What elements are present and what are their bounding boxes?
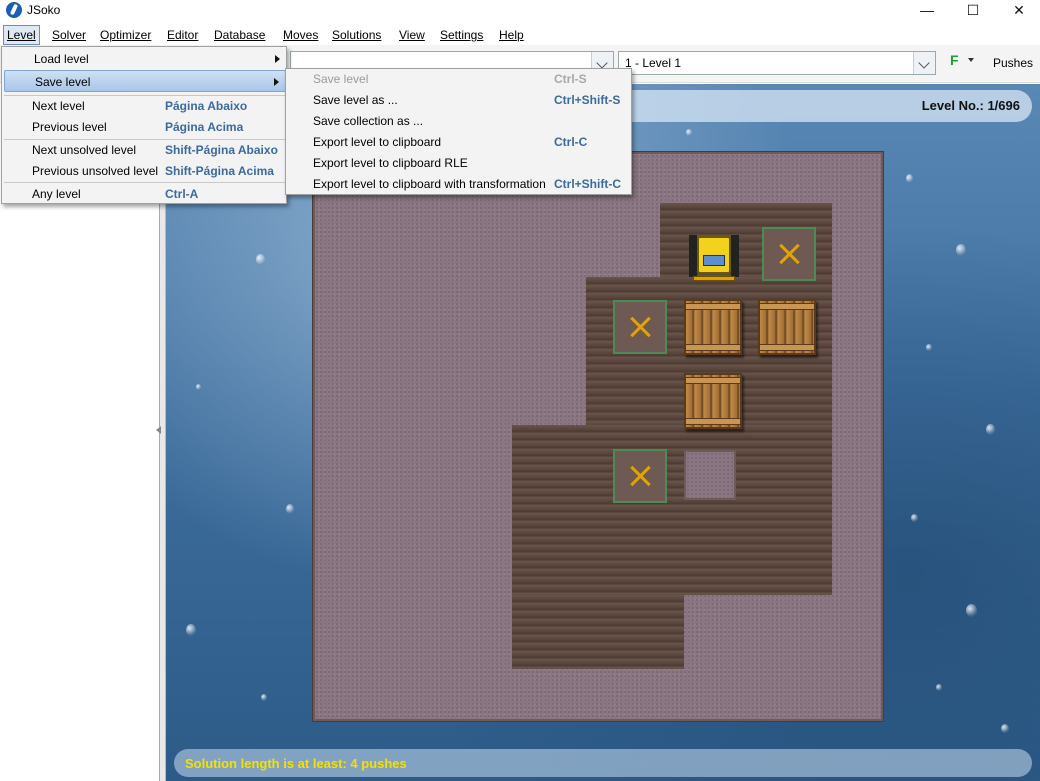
submenu-item-export-clipboard-transformation[interactable]: Export level to clipboard with transform…	[286, 174, 631, 195]
menu-moves[interactable]: Moves	[280, 25, 321, 45]
menu-optimizer[interactable]: Optimizer	[97, 25, 154, 45]
crate[interactable]	[758, 299, 816, 355]
floor-area	[512, 595, 684, 669]
menu-bar: Level Solver Optimizer Editor Database M…	[0, 23, 1040, 45]
wall-block	[684, 450, 736, 500]
raindrop	[936, 684, 942, 691]
crate[interactable]	[684, 373, 742, 429]
close-button[interactable]: ✕	[996, 0, 1040, 22]
raindrop	[256, 254, 265, 265]
level-menu: Load level Save level Next level Página …	[1, 46, 287, 204]
submenu-item-export-clipboard-rle[interactable]: Export level to clipboard RLE	[286, 153, 631, 174]
submenu-item-save-level-as[interactable]: Save level as ... Ctrl+Shift-S	[286, 90, 631, 111]
submenu-item-export-clipboard[interactable]: Export level to clipboard Ctrl-C	[286, 132, 631, 153]
raindrop	[686, 129, 692, 136]
goal-target	[613, 300, 667, 354]
raindrop	[986, 424, 995, 435]
menu-database[interactable]: Database	[211, 25, 268, 45]
status-banner: Solution length is at least: 4 pushes	[174, 749, 1032, 777]
raindrop	[956, 244, 966, 256]
player-bulldozer-icon[interactable]	[689, 233, 739, 283]
menu-solutions[interactable]: Solutions	[329, 25, 384, 45]
solver-f-button[interactable]: F	[950, 52, 959, 68]
caret-down-icon[interactable]	[968, 58, 974, 62]
menu-level[interactable]: Level	[3, 25, 40, 45]
raindrop	[966, 604, 977, 617]
raindrop	[911, 514, 918, 522]
submenu-arrow-icon	[275, 55, 280, 63]
chevron-down-icon[interactable]	[913, 52, 935, 74]
raindrop	[926, 344, 932, 351]
level-select[interactable]: 1 - Level 1	[618, 51, 936, 75]
submenu-item-save-level: Save level Ctrl-S	[313, 72, 587, 86]
crate[interactable]	[684, 299, 742, 355]
level-select-value: 1 - Level 1	[625, 56, 682, 70]
menu-item-previous-unsolved-level[interactable]: Previous unsolved level Shift-Página Aci…	[4, 160, 286, 182]
collapse-arrow-icon[interactable]	[156, 426, 161, 434]
pushes-label: Pushes	[993, 56, 1034, 70]
raindrop	[906, 174, 913, 183]
menu-solver[interactable]: Solver	[49, 25, 89, 45]
raindrop	[186, 624, 196, 636]
maximize-button[interactable]: ☐	[950, 0, 996, 22]
raindrop	[1001, 724, 1009, 733]
submenu-item-save-collection-as[interactable]: Save collection as ...	[286, 111, 631, 132]
submenu-arrow-icon	[274, 78, 279, 86]
raindrop	[286, 504, 294, 514]
menu-item-next-unsolved-level[interactable]: Next unsolved level Shift-Página Abaixo	[4, 139, 286, 161]
title-bar: JSoko — ☐ ✕	[0, 0, 1040, 22]
menu-item-any-level[interactable]: Any level Ctrl-A	[4, 183, 286, 205]
jsoko-logo-icon	[6, 2, 22, 18]
window-title: JSoko	[27, 3, 61, 17]
menu-help[interactable]: Help	[496, 25, 527, 45]
menu-editor[interactable]: Editor	[164, 25, 201, 45]
menu-item-save-level[interactable]: Save level	[4, 70, 286, 92]
raindrop	[196, 384, 201, 390]
goal-target	[762, 227, 816, 281]
menu-item-load-level[interactable]: Load level	[4, 48, 286, 70]
menu-view[interactable]: View	[396, 25, 428, 45]
goal-target	[613, 449, 667, 503]
solution-length-status: Solution length is at least: 4 pushes	[185, 756, 407, 771]
raindrop	[261, 694, 267, 701]
level-number: Level No.: 1/696	[921, 98, 1020, 113]
minimize-button[interactable]: —	[904, 0, 950, 22]
menu-settings[interactable]: Settings	[437, 25, 486, 45]
save-level-submenu: Save level Ctrl-S Save level as ... Ctrl…	[285, 68, 632, 195]
menu-item-previous-level[interactable]: Previous level Página Acima	[4, 116, 286, 138]
floor-area	[512, 425, 832, 595]
menu-item-next-level[interactable]: Next level Página Abaixo	[4, 95, 286, 117]
